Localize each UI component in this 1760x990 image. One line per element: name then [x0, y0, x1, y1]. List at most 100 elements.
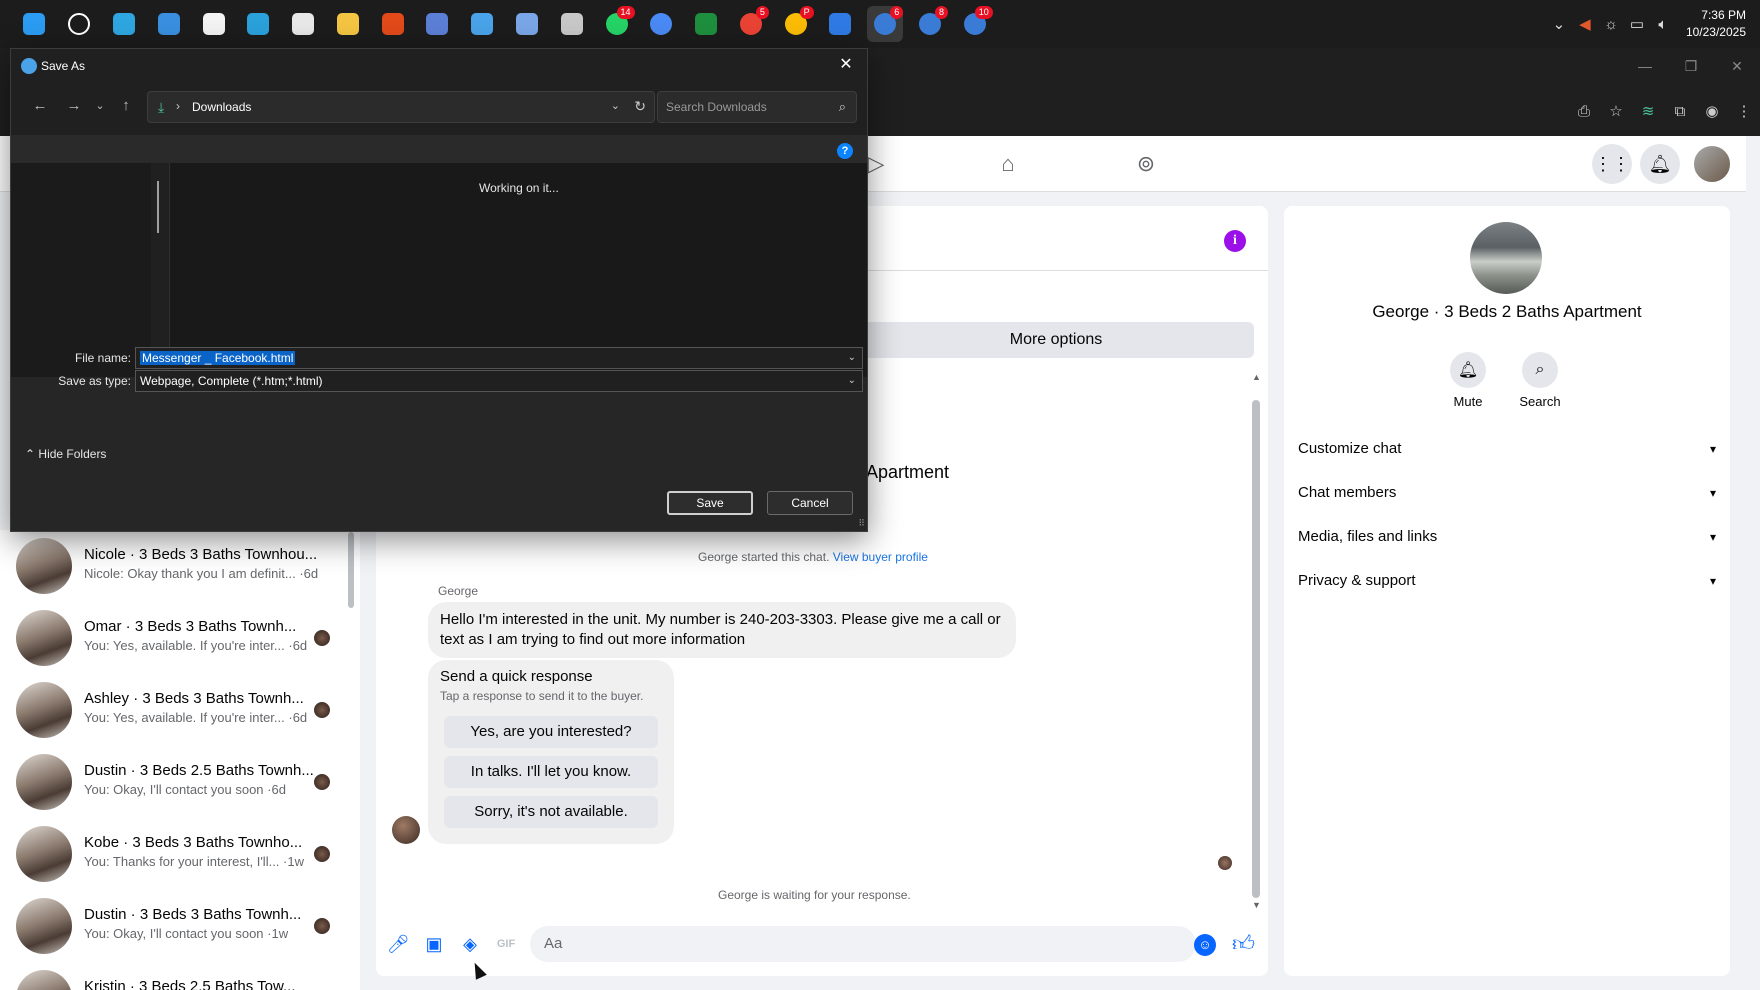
quick-response-yes[interactable]: Yes, are you interested?	[444, 716, 658, 748]
extension-color-icon[interactable]: ≋	[1632, 98, 1664, 124]
conversation-scrollbar[interactable]	[1252, 400, 1260, 898]
refresh-icon[interactable]: ↻	[634, 98, 646, 115]
search-icon: ⌕	[838, 99, 846, 114]
address-bar[interactable]: ⤓ › Downloads ⌄ ↻	[147, 91, 655, 123]
volume-muted-icon[interactable]: ◀	[1572, 15, 1598, 33]
gif-icon[interactable]: GIF	[494, 932, 518, 956]
minimize-icon[interactable]: —	[1622, 50, 1668, 82]
navigation-pane[interactable]	[11, 163, 151, 377]
network-icon[interactable]: ▭	[1624, 15, 1650, 33]
message-input[interactable]: Aa	[530, 926, 1196, 962]
resize-grip-icon[interactable]: ⠿	[858, 518, 865, 529]
save-type-select[interactable]: Webpage, Complete (*.htm;*.html) ⌄	[135, 370, 863, 392]
restore-icon[interactable]: ❐	[1668, 50, 1714, 82]
chevron-down-icon[interactable]: ⌄	[848, 348, 856, 368]
chat-list-item[interactable]: Omar · 3 Beds 3 Baths Townh... You: Yes, …	[0, 602, 350, 674]
account-avatar[interactable]	[1692, 144, 1732, 184]
chrome-instance-icon[interactable]: 6	[867, 6, 904, 42]
scroll-down-icon[interactable]: ▼	[1252, 900, 1261, 910]
app-window-icon[interactable]	[285, 6, 321, 42]
profile-icon[interactable]: ◉	[1696, 98, 1728, 124]
app-drop-icon[interactable]	[822, 6, 858, 42]
cancel-button[interactable]: Cancel	[767, 491, 853, 515]
menu-kebab-icon[interactable]: ⋮	[1728, 98, 1760, 124]
conversation-info-icon[interactable]: i	[1224, 230, 1246, 252]
chevron-down-icon[interactable]: ⌄	[848, 371, 856, 391]
install-app-icon[interactable]: ⎙	[1568, 98, 1600, 124]
emoji-icon[interactable]: ☺	[1194, 934, 1216, 956]
clock[interactable]: 7:36 PM 10/23/2025	[1676, 7, 1760, 41]
windows-start-icon[interactable]	[16, 6, 52, 42]
gaming-icon[interactable]: ⊚	[1132, 150, 1160, 178]
navigation-pane-scrollbar[interactable]	[157, 181, 159, 233]
bookmark-star-icon[interactable]: ☆	[1600, 98, 1632, 124]
search-chat-button[interactable]: ⌕ Search	[1508, 352, 1572, 409]
buyer-avatar[interactable]	[392, 816, 420, 844]
notifications-bell-icon[interactable]: 🔔︎	[1640, 144, 1680, 184]
marketplace-icon[interactable]: ⌂	[994, 150, 1022, 178]
hide-folders-toggle[interactable]: ⌃ Hide Folders	[25, 447, 106, 461]
snipping-icon[interactable]	[509, 6, 545, 42]
chat-list-item[interactable]: Kobe · 3 Beds 3 Baths Townho... You: Than…	[0, 818, 350, 890]
chat-list-item[interactable]: Ashley · 3 Beds 3 Baths Townh... You: Yes…	[0, 674, 350, 746]
mute-button[interactable]: 🔔︎ Mute	[1436, 352, 1500, 409]
breadcrumb-downloads[interactable]: Downloads	[192, 100, 251, 114]
section-media-files-links[interactable]: Media, files and links ▾	[1298, 528, 1716, 552]
search-downloads-input[interactable]: Search Downloads ⌕	[657, 91, 857, 123]
whatsapp-icon[interactable]: 14	[599, 6, 635, 42]
edge-icon[interactable]	[106, 6, 142, 42]
section-privacy-support[interactable]: Privacy & support ▾	[1298, 572, 1716, 596]
dialog-close-icon[interactable]: ✕	[833, 53, 859, 77]
file-explorer-icon[interactable]	[330, 6, 366, 42]
notepad-icon[interactable]	[464, 6, 500, 42]
view-buyer-profile-link[interactable]: View buyer profile	[833, 550, 928, 564]
app-orange-icon[interactable]	[375, 6, 411, 42]
close-window-icon[interactable]: ✕	[1714, 50, 1760, 82]
quick-response-not-available[interactable]: Sorry, it's not available.	[444, 796, 658, 828]
page-scrollbar[interactable]	[1746, 136, 1760, 990]
speaker-icon[interactable]: 🔈︎	[1650, 16, 1676, 33]
up-arrow-icon[interactable]: ↑	[113, 93, 139, 119]
recent-dropdown-icon[interactable]: ⌄	[87, 93, 113, 119]
quick-response-in-talks[interactable]: In talks. I'll let you know.	[444, 756, 658, 788]
brightness-icon[interactable]: ☼	[1598, 16, 1624, 33]
file-name-input[interactable]: Messenger _ Facebook.html ⌄	[135, 347, 863, 369]
chat-list-item[interactable]: Dustin · 3 Beds 2.5 Baths Townh... You: O…	[0, 746, 350, 818]
chat-list-item[interactable]: Nicole · 3 Beds 3 Baths Townhou... Nicole…	[0, 530, 350, 602]
mail-icon[interactable]	[151, 6, 187, 42]
game-icon[interactable]	[554, 6, 590, 42]
forward-arrow-icon[interactable]: →	[61, 93, 87, 119]
app-circle-icon[interactable]	[643, 6, 679, 42]
bell-icon: 🔔︎	[1450, 352, 1486, 388]
chrome-instance-icon[interactable]: 10	[957, 6, 993, 42]
chrome-instance-icon[interactable]: 8	[912, 6, 949, 42]
chrome-icon[interactable]: 5	[733, 6, 769, 42]
chevron-up-icon[interactable]: ⌄	[1546, 15, 1572, 33]
store-icon[interactable]	[196, 6, 232, 42]
search-icon[interactable]	[61, 6, 97, 42]
help-icon[interactable]: ?	[837, 143, 853, 159]
taskbar-glyph	[650, 13, 673, 35]
thumbs-up-icon[interactable]: 👍︎	[1232, 930, 1255, 957]
save-button[interactable]: Save	[667, 491, 753, 515]
extensions-icon[interactable]: ⧉	[1664, 98, 1696, 124]
chat-list-item[interactable]: Dustin · 3 Beds 3 Baths Townh... You: Oka…	[0, 890, 350, 962]
scroll-up-icon[interactable]: ▲	[1252, 372, 1261, 382]
menu-grid-icon[interactable]: ⋮⋮	[1592, 144, 1632, 184]
photo-icon[interactable]: ▣	[422, 932, 446, 956]
telegram-icon[interactable]	[240, 6, 276, 42]
app-green-icon[interactable]	[688, 6, 724, 42]
section-customize-chat[interactable]: Customize chat ▾	[1298, 440, 1716, 464]
chrome-profile-icon[interactable]: P	[778, 6, 814, 42]
quick-response-card: Send a quick response Tap a response to …	[428, 660, 674, 844]
file-list-area[interactable]	[169, 163, 867, 377]
sticker-icon[interactable]: ◈	[458, 932, 482, 956]
address-dropdown-icon[interactable]: ⌄	[611, 99, 620, 112]
back-arrow-icon[interactable]: ←	[27, 93, 53, 119]
chat-list-item[interactable]: Kristin · 3 Beds 2.5 Baths Tow...	[0, 962, 350, 990]
microphone-icon[interactable]: 🎤︎	[386, 932, 410, 956]
section-chat-members[interactable]: Chat members ▾	[1298, 484, 1716, 508]
chat-list-scrollbar[interactable]	[348, 532, 354, 608]
more-options-button[interactable]: More options	[858, 322, 1254, 358]
app-panel-icon[interactable]	[419, 6, 455, 42]
